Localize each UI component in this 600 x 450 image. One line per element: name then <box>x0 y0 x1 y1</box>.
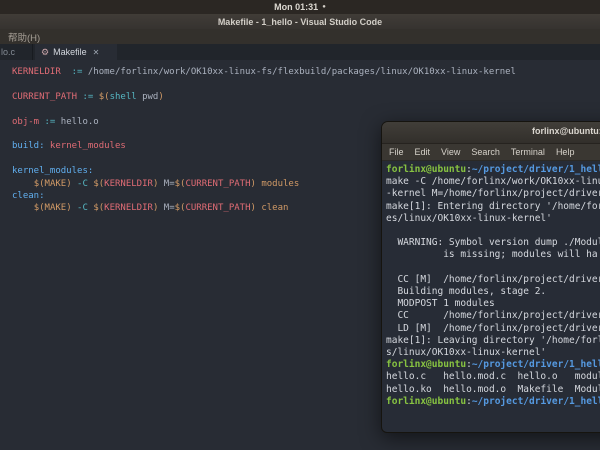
code-line: KERNELDIR := /home/forlinx/work/OK10xx-l… <box>12 66 600 78</box>
code-line: WARNING: Symbol version dump ./Modul <box>386 237 600 249</box>
ubuntu-top-panel: Mon 01:31 ● <box>0 0 600 14</box>
terminal-menu-item-search[interactable]: Search <box>471 147 500 157</box>
code-line: CC [M] /home/forlinx/project/driver <box>386 274 600 286</box>
terminal-menu-item-file[interactable]: File <box>389 147 404 157</box>
tab-makefile[interactable]: ⚙ Makefile ✕ <box>35 44 117 60</box>
terminal-menubar: File Edit View Search Terminal Help <box>382 144 600 161</box>
desktop: { "palette": { "editor_bg": "#282c34", "… <box>0 0 600 450</box>
code-line: hello.ko hello.mod.o Makefile Modul <box>386 384 600 396</box>
code-line: forlinx@ubuntu:~/project/driver/1_hell <box>386 396 600 408</box>
code-line: LD [M] /home/forlinx/project/driver <box>386 323 600 335</box>
vscode-menubar: 帮助(H) <box>0 29 600 44</box>
terminal-menu-item-view[interactable]: View <box>441 147 460 157</box>
code-line: CURRENT_PATH := $(shell pwd) <box>12 91 600 103</box>
code-line <box>12 103 600 115</box>
terminal-menu-item-terminal[interactable]: Terminal <box>511 147 545 157</box>
terminal-menu-item-help[interactable]: Help <box>556 147 575 157</box>
makefile-file-icon: ⚙ <box>41 48 49 57</box>
code-line <box>12 78 600 90</box>
code-line: make[1]: Leaving directory '/home/forl <box>386 335 600 347</box>
code-line: es/linux/OK10xx-linux-kernel' <box>386 213 600 225</box>
menu-item-help[interactable]: 帮助(H) <box>4 30 44 44</box>
code-line: CC /home/forlinx/project/driver <box>386 310 600 322</box>
code-line: s/linux/OK10xx-linux-kernel' <box>386 347 600 359</box>
vscode-window-title: Makefile - 1_hello - Visual Studio Code <box>218 17 382 27</box>
panel-indicator-icon[interactable]: ● <box>322 4 326 10</box>
terminal-menu-item-edit[interactable]: Edit <box>415 147 431 157</box>
code-line: hello.c hello.mod.c hello.o modul <box>386 371 600 383</box>
terminal-titlebar[interactable]: forlinx@ubuntu: <box>382 122 600 144</box>
terminal-output[interactable]: forlinx@ubuntu:~/project/driver/1_hellma… <box>382 161 600 408</box>
code-line <box>386 262 600 274</box>
code-line: Building modules, stage 2. <box>386 286 600 298</box>
editor-tab-bar: lo.c ⚙ Makefile ✕ <box>0 44 600 60</box>
code-line: forlinx@ubuntu:~/project/driver/1_hell <box>386 359 600 371</box>
code-line: is missing; modules will ha <box>386 249 600 261</box>
panel-clock[interactable]: Mon 01:31 <box>274 2 318 12</box>
code-line: MODPOST 1 modules <box>386 298 600 310</box>
tab-label: lo.c <box>1 47 15 57</box>
code-line <box>386 225 600 237</box>
tab-close-icon[interactable]: ✕ <box>93 48 100 57</box>
tab-hello-c[interactable]: lo.c <box>0 44 33 60</box>
vscode-titlebar[interactable]: Makefile - 1_hello - Visual Studio Code <box>0 14 600 29</box>
terminal-title: forlinx@ubuntu: <box>532 126 600 136</box>
code-line: -kernel M=/home/forlinx/project/driver <box>386 188 600 200</box>
code-line: make[1]: Entering directory '/home/for <box>386 201 600 213</box>
code-line: forlinx@ubuntu:~/project/driver/1_hell <box>386 164 600 176</box>
code-line: make -C /home/forlinx/work/OK10xx-linu <box>386 176 600 188</box>
tab-label: Makefile <box>53 47 87 57</box>
terminal-window[interactable]: forlinx@ubuntu: File Edit View Search Termin… <box>381 121 600 433</box>
